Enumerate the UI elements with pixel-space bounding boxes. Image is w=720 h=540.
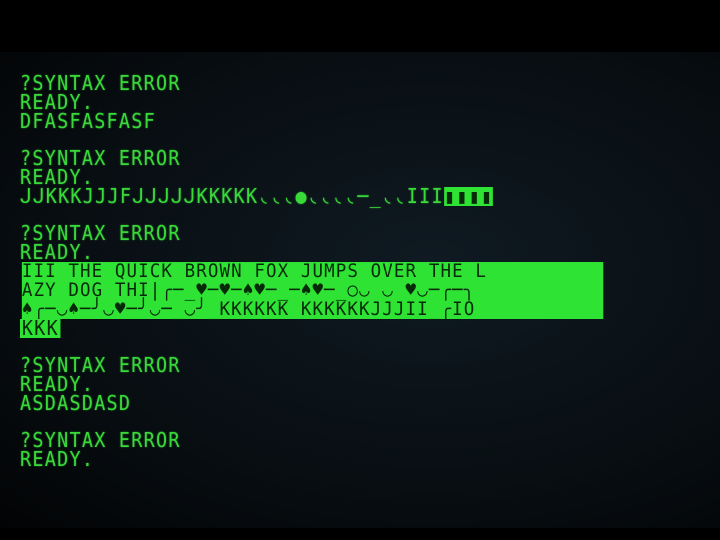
inverse-video-text-block: III THE QUICK BROWN FOX JUMPS OVER THE L… (21, 262, 604, 320)
syntax-error-message: ?SYNTAX ERROR (20, 146, 181, 170)
user-input-line: DFASFASFASF (20, 109, 157, 133)
monitor-bezel-top (0, 0, 720, 52)
inverse-characters: ▮▮▮▮ (443, 184, 494, 208)
inverse-line-3: ♠╭─◡♠─╯◡♥─╯◡─_◡╯_KKKKKK KKKKKKJJJII_╭IO (21, 298, 476, 320)
output-block-1: ?SYNTAX ERROR READY. DFASFASFASF (20, 71, 609, 133)
ready-prompt: READY. (20, 447, 95, 471)
terminal-output: ?SYNTAX ERROR READY. DFASFASFASF ?SYNTAX… (20, 71, 609, 471)
user-input-line: ᒍᒍKKKJJJFᒍᒍᒍᒍᒍKKKKK◟◟◟●◟◟◟◟─_◟◟III▮▮▮▮ (20, 184, 609, 208)
syntax-error-message: ?SYNTAX ERROR (20, 428, 181, 452)
inverse-line-4: KKK (20, 316, 609, 340)
output-block-3: ?SYNTAX ERROR READY. III THE QUICK BROWN… (20, 221, 609, 340)
monitor-bezel-bottom (0, 528, 720, 540)
output-block-2: ?SYNTAX ERROR READY. ᒍᒍKKKJJJFᒍᒍᒍᒍᒍKKKKK… (20, 146, 609, 208)
user-input-line: ASDASDASD (20, 391, 132, 415)
output-block-4: ?SYNTAX ERROR READY. ASDASDASD (20, 353, 609, 415)
syntax-error-message: ?SYNTAX ERROR (20, 71, 181, 95)
input-text: ᒍᒍKKKJJJFᒍᒍᒍᒍᒍKKKKK◟◟◟●◟◟◟◟─_◟◟III (20, 184, 444, 208)
output-block-5: ?SYNTAX ERROR READY. (20, 428, 609, 471)
syntax-error-message: ?SYNTAX ERROR (20, 221, 181, 245)
inverse-line-4-text: KKK (20, 316, 61, 340)
syntax-error-message: ?SYNTAX ERROR (20, 353, 181, 377)
